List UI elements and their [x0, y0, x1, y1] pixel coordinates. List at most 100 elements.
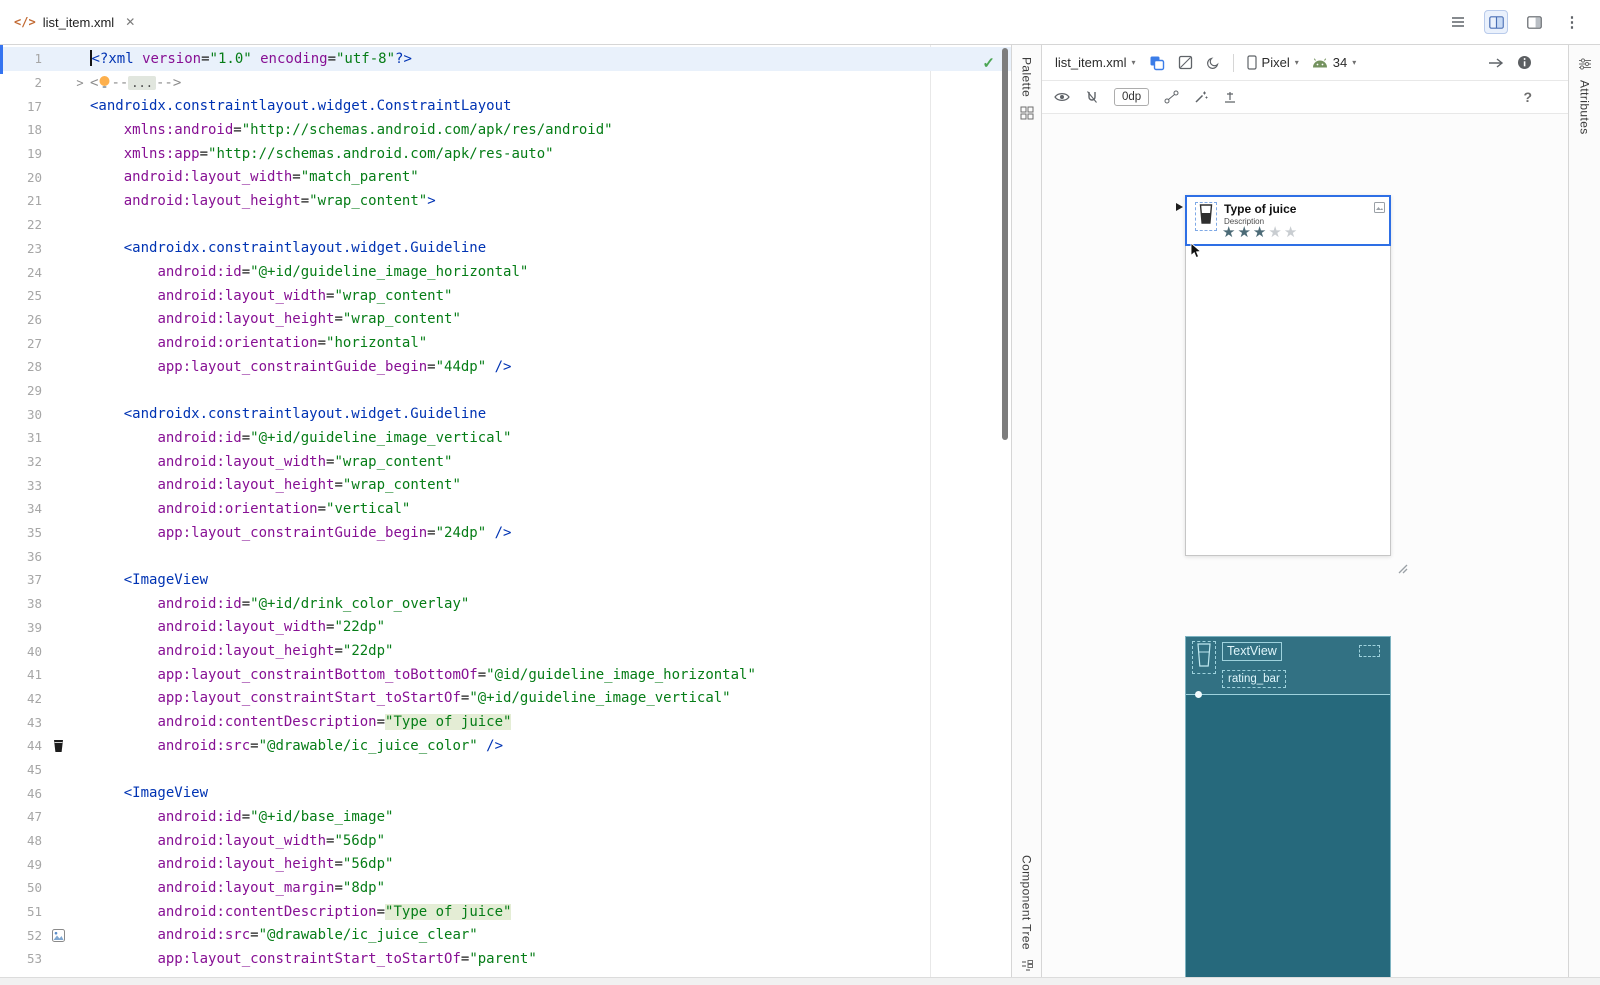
- palette-tool-tab[interactable]: Palette: [1020, 57, 1034, 120]
- issues-info-icon[interactable]: [1517, 55, 1532, 70]
- line-number: 42: [0, 691, 46, 706]
- code-line-33[interactable]: 33 android:layout_height="wrap_content": [0, 473, 1011, 497]
- blueprint-widget-outline: [1359, 645, 1380, 657]
- code-line-27[interactable]: 27 android:orientation="horizontal": [0, 331, 1011, 355]
- layout-preview-design[interactable]: Type of juice Description ★★★★★: [1185, 195, 1391, 556]
- preview-title-text[interactable]: Type of juice: [1224, 202, 1296, 216]
- code-line-44[interactable]: 44 android:src="@drawable/ic_juice_color…: [0, 734, 1011, 758]
- code-line-32[interactable]: 32 android:layout_width="wrap_content": [0, 450, 1011, 474]
- editor-scrollbar[interactable]: [1002, 48, 1008, 440]
- code-line-26[interactable]: 26 android:layout_height="wrap_content": [0, 308, 1011, 332]
- code-line-18[interactable]: 18 xmlns:android="http://schemas.android…: [0, 118, 1011, 142]
- rating-stars[interactable]: ★★★★★: [1222, 223, 1299, 241]
- code-line-30[interactable]: 30 <androidx.constraintlayout.widget.Gui…: [0, 402, 1011, 426]
- code-line-19[interactable]: 19 xmlns:app="http://schemas.android.com…: [0, 142, 1011, 166]
- code-text: android:layout_height="wrap_content": [90, 311, 1011, 327]
- more-options-icon[interactable]: ⋮: [1560, 10, 1584, 34]
- code-line-31[interactable]: 31 android:id="@+id/guideline_image_vert…: [0, 426, 1011, 450]
- image-drawable-preview-icon[interactable]: [46, 929, 70, 942]
- code-line-35[interactable]: 35 app:layout_constraintGuide_begin="24d…: [0, 521, 1011, 545]
- code-line-34[interactable]: 34 android:orientation="vertical": [0, 497, 1011, 521]
- blueprint-toggle-icon[interactable]: [1178, 55, 1193, 70]
- code-line-42[interactable]: 42 app:layout_constraintStart_toStartOf=…: [0, 687, 1011, 711]
- component-tree-tool-tab[interactable]: Component Tree: [1020, 855, 1034, 973]
- clear-constraints-icon[interactable]: [1164, 90, 1179, 104]
- code-line-1[interactable]: 1<?xml version="1.0" encoding="utf-8"?>: [0, 47, 1011, 71]
- device-selector[interactable]: Pixel ▾: [1247, 55, 1299, 70]
- code-line-47[interactable]: 47 android:id="@+id/base_image": [0, 805, 1011, 829]
- line-number: 22: [0, 217, 46, 232]
- default-margin-selector[interactable]: 0dp: [1114, 88, 1149, 106]
- code-line-2[interactable]: 2><--...-->: [0, 71, 1011, 95]
- code-line-53[interactable]: 53 app:layout_constraintStart_toStartOf=…: [0, 947, 1011, 971]
- editor-list-icon[interactable]: [1446, 10, 1470, 34]
- line-number: 21: [0, 193, 46, 208]
- code-line-46[interactable]: 46 <ImageView: [0, 781, 1011, 805]
- code-line-28[interactable]: 28 app:layout_constraintGuide_begin="44d…: [0, 355, 1011, 379]
- blueprint-imageview-icon[interactable]: [1192, 641, 1216, 674]
- code-line-24[interactable]: 24 android:id="@+id/guideline_image_hori…: [0, 260, 1011, 284]
- code-line-23[interactable]: 23 <androidx.constraintlayout.widget.Gui…: [0, 237, 1011, 261]
- code-text: android:id="@+id/guideline_image_horizon…: [90, 264, 1011, 280]
- inspection-ok-icon[interactable]: ✓: [982, 54, 995, 72]
- design-panel: list_item.xml ▾ Pixel ▾: [1042, 45, 1568, 985]
- code-line-36[interactable]: 36: [0, 544, 1011, 568]
- resize-handle-icon[interactable]: [1394, 560, 1408, 574]
- editor-actions: ⋮: [1446, 10, 1600, 34]
- design-canvas[interactable]: Type of juice Description ★★★★★: [1042, 114, 1568, 985]
- code-line-39[interactable]: 39 android:layout_width="22dp": [0, 616, 1011, 640]
- editor-tab-bar: </> list_item.xml ✕ ⋮: [0, 0, 1600, 45]
- code-line-40[interactable]: 40 android:layout_height="22dp": [0, 639, 1011, 663]
- code-line-21[interactable]: 21 android:layout_height="wrap_content">: [0, 189, 1011, 213]
- blueprint-ratingbar-label[interactable]: rating_bar: [1222, 670, 1286, 688]
- code-line-22[interactable]: 22: [0, 213, 1011, 237]
- horizontal-scrollbar[interactable]: [0, 977, 1600, 985]
- star-icon: ★: [1284, 224, 1299, 241]
- code-line-20[interactable]: 20 android:layout_width="match_parent": [0, 165, 1011, 189]
- blueprint-textview-label[interactable]: TextView: [1222, 642, 1282, 661]
- code-editor[interactable]: 1<?xml version="1.0" encoding="utf-8"?>2…: [0, 45, 1012, 985]
- tab-close-icon[interactable]: ✕: [125, 15, 135, 29]
- autoconnect-magnet-icon[interactable]: [1085, 90, 1099, 104]
- code-line-41[interactable]: 41 app:layout_constraintBottom_toBottomO…: [0, 663, 1011, 687]
- attributes-tool-tab[interactable]: Attributes: [1578, 57, 1592, 135]
- code-text: <--...-->: [90, 75, 1011, 91]
- code-text: app:layout_constraintStart_toStartOf="pa…: [90, 951, 1011, 967]
- view-options-eye-icon[interactable]: [1054, 91, 1070, 103]
- design-surface-icon[interactable]: [1149, 55, 1165, 71]
- pack-align-icon[interactable]: [1223, 90, 1237, 104]
- line-number: 53: [0, 951, 46, 966]
- code-text: android:layout_margin="8dp": [90, 880, 1011, 896]
- line-number: 40: [0, 644, 46, 659]
- night-mode-icon[interactable]: [1206, 56, 1220, 70]
- infer-constraints-wand-icon[interactable]: [1194, 90, 1208, 104]
- code-line-37[interactable]: 37 <ImageView: [0, 568, 1011, 592]
- design-actions-toolbar: 0dp ?: [1042, 81, 1568, 114]
- help-icon[interactable]: ?: [1523, 89, 1532, 105]
- forward-arrow-icon[interactable]: [1488, 57, 1504, 69]
- chevron-down-icon: ▾: [1295, 58, 1299, 67]
- code-line-43[interactable]: 43 android:contentDescription="Type of j…: [0, 710, 1011, 734]
- juice-glass-icon[interactable]: [1195, 202, 1217, 231]
- layout-preview-blueprint[interactable]: TextView rating_bar: [1185, 636, 1391, 985]
- juice-color-drawable-icon[interactable]: [46, 739, 70, 753]
- layout-preview-icon[interactable]: [1522, 10, 1546, 34]
- code-lines: 1<?xml version="1.0" encoding="utf-8"?>2…: [0, 47, 1011, 971]
- code-line-17[interactable]: 17<androidx.constraintlayout.widget.Cons…: [0, 94, 1011, 118]
- code-line-38[interactable]: 38 android:id="@+id/drink_color_overlay": [0, 592, 1011, 616]
- code-line-52[interactable]: 52 android:src="@drawable/ic_juice_clear…: [0, 923, 1011, 947]
- code-line-25[interactable]: 25 android:layout_width="wrap_content": [0, 284, 1011, 308]
- code-line-49[interactable]: 49 android:layout_height="56dp": [0, 852, 1011, 876]
- code-line-29[interactable]: 29: [0, 379, 1011, 403]
- code-line-45[interactable]: 45: [0, 758, 1011, 782]
- intention-bulb-icon[interactable]: [98, 75, 111, 91]
- code-line-51[interactable]: 51 android:contentDescription="Type of j…: [0, 900, 1011, 924]
- tab-list-item-xml[interactable]: </> list_item.xml ✕: [0, 0, 149, 44]
- split-editor-icon[interactable]: [1484, 10, 1508, 34]
- code-line-48[interactable]: 48 android:layout_width="56dp": [0, 829, 1011, 853]
- line-number: 51: [0, 904, 46, 919]
- layout-file-selector[interactable]: list_item.xml ▾: [1055, 55, 1136, 70]
- code-line-50[interactable]: 50 android:layout_margin="8dp": [0, 876, 1011, 900]
- fold-marker-icon[interactable]: >: [70, 76, 90, 90]
- api-level-selector[interactable]: 34 ▾: [1312, 55, 1356, 70]
